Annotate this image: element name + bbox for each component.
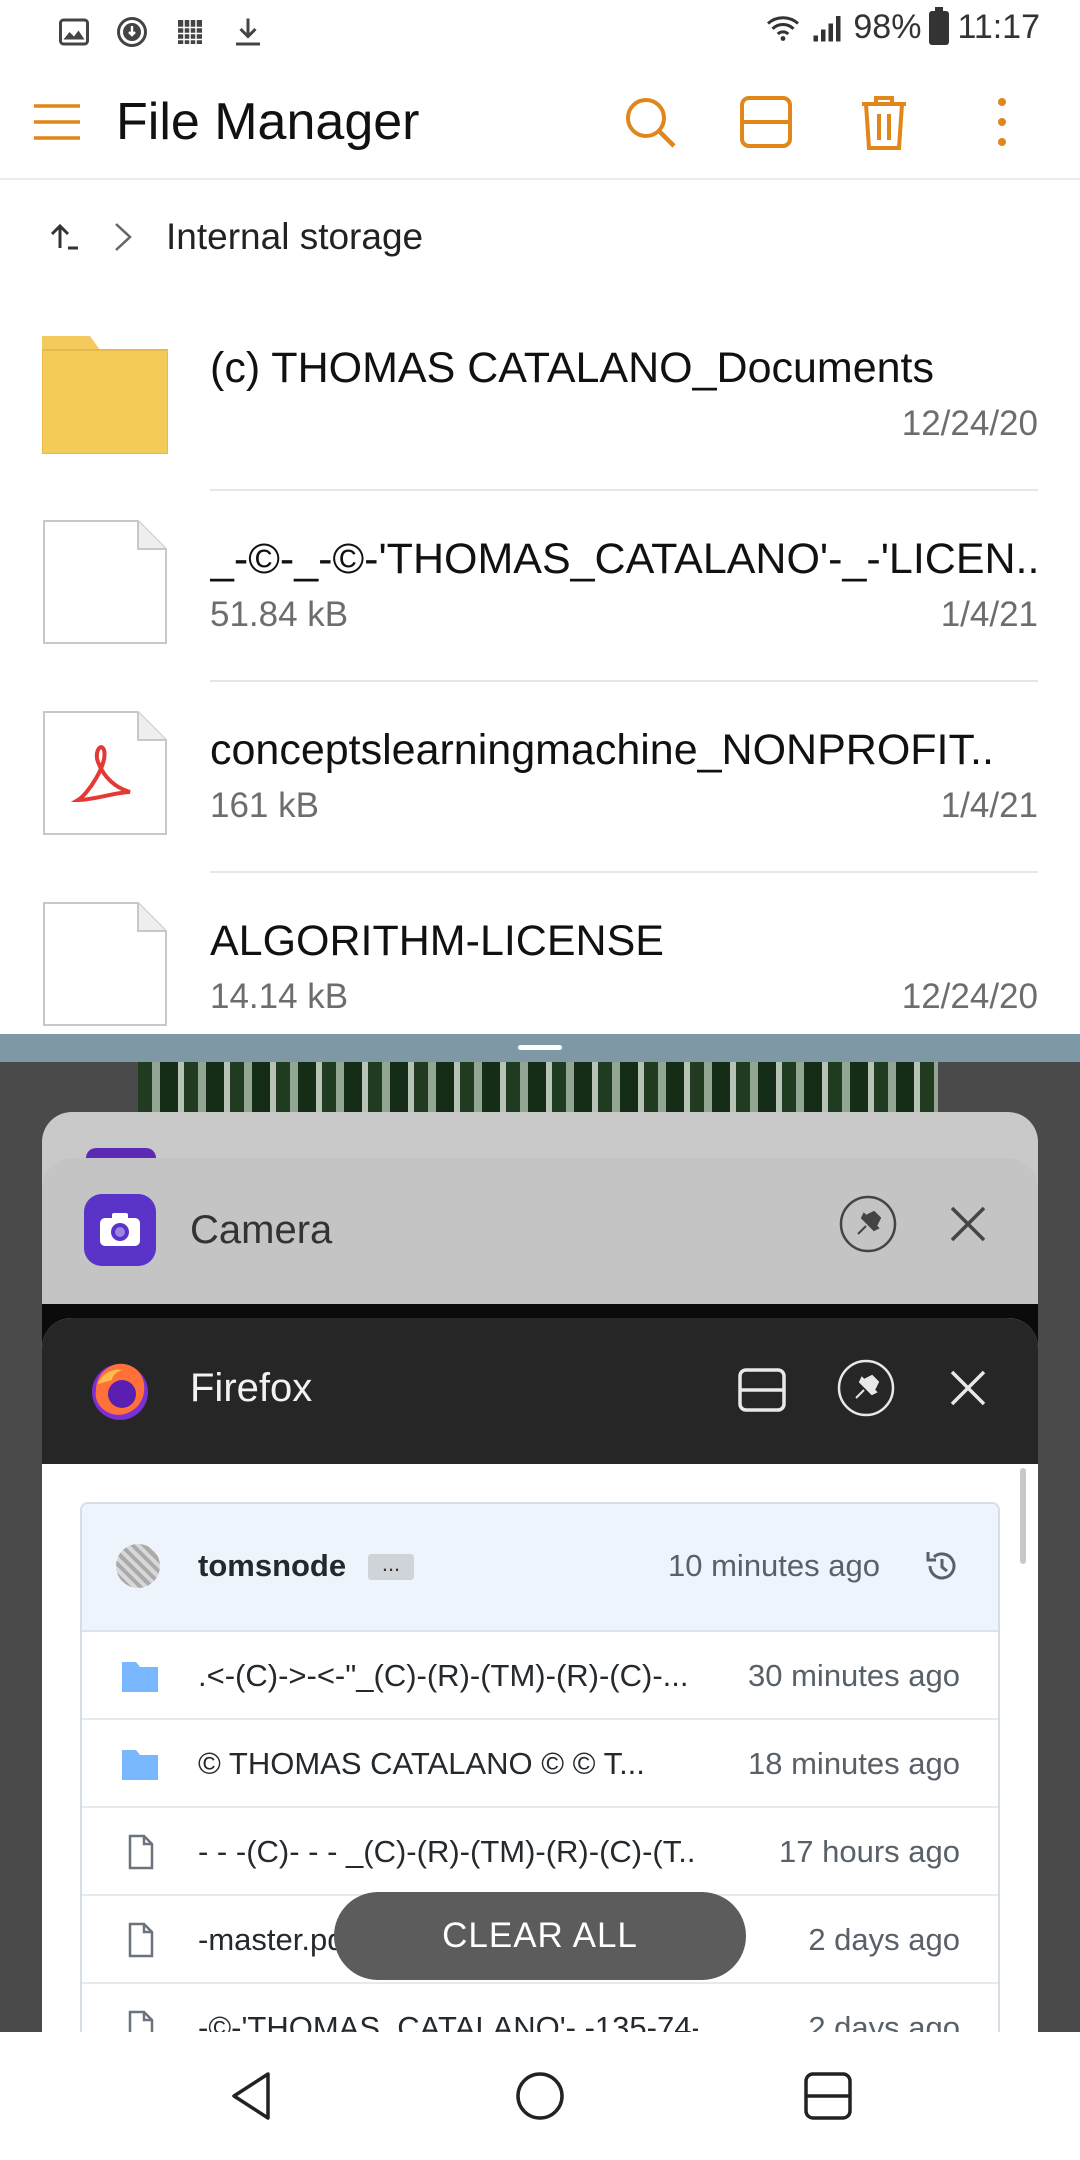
clear-all-button[interactable]: CLEAR ALL [334,1892,746,1980]
row-time: 2 days ago [808,2010,960,2032]
table-row: - - -(C)- - - _(C)-(R)-(TM)-(R)-(C)-(T..… [82,1808,998,1896]
list-item[interactable]: conceptslearningmachine_NONPROFIT.. 161 … [0,682,1080,873]
avatar [116,1544,160,1588]
background-app-preview [138,1062,938,1114]
file-date: 12/24/20 [901,977,1038,1016]
split-screen-divider[interactable] [0,1034,1080,1062]
row-name: .<-(C)->-<-"_(C)-(R)-(TM)-(R)-(C)-... [198,1658,689,1693]
app-bar: File Manager [0,66,1080,180]
signal-icon [813,15,841,41]
split-view-icon[interactable] [734,1362,790,1418]
file-date: 1/4/21 [940,786,1038,825]
split-view-icon[interactable] [734,90,798,154]
scrollbar [1020,1468,1026,1564]
row-time: 2 days ago [808,1922,960,1957]
card-title: Camera [190,1208,333,1252]
file-name: conceptslearningmachine_NONPROFIT.. [210,726,994,774]
row-name: -©-'THOMAS_CATALANO'- -135-74- [198,2010,698,2032]
file-icon [43,902,167,1026]
row-name: - - -(C)- - - _(C)-(R)-(TM)-(R)-(C)-(T..… [198,1834,698,1869]
list-item[interactable]: _-©-_-©-'THOMAS_CATALANO'-_-'LICEN.. 51.… [0,491,1080,682]
list-item[interactable]: (c) THOMAS CATALANO_Documents 12/24/20 [0,300,1080,491]
gallery-icon [59,18,89,46]
status-right: 98% 11:17 [765,6,1040,47]
file-name: _-©-_-©-'THOMAS_CATALANO'-_-'LICEN.. [210,535,1040,583]
file-size: 14.14 kB [210,977,349,1016]
wifi-icon [767,15,800,41]
file-size: 161 kB [210,786,319,825]
camera-app-icon [84,1194,156,1266]
table-row: © THOMAS CATALANO © © T... 18 minutes ag… [82,1720,998,1808]
pin-icon[interactable] [838,1194,898,1254]
download-progress-icon [117,17,147,47]
repo-commit-header: tomsnode ... 10 minutes ago [82,1504,998,1632]
breadcrumb: Internal storage [0,200,1080,272]
pin-icon[interactable] [836,1358,896,1418]
download-icon [236,18,260,46]
breadcrumb-current[interactable]: Internal storage [166,216,423,258]
close-icon[interactable] [944,1200,992,1248]
file-list: (c) THOMAS CATALANO_Documents 12/24/20 _… [0,300,1080,1064]
file-icon [128,1834,154,1870]
row-name: © THOMAS CATALANO © © T... [198,1746,645,1781]
calendar-icon [178,20,202,44]
close-icon[interactable] [944,1364,992,1412]
navigation-bar [0,2032,1080,2160]
folder-icon [42,336,168,454]
battery-percent: 98% [853,8,922,46]
recents-icon[interactable] [798,2066,858,2126]
history-icon [926,1552,956,1580]
card-header: Firefox [42,1318,1038,1464]
folder-icon [122,1750,158,1780]
recent-apps: Camera Firefox tomsnode ... 10 minutes a… [0,1062,1080,2032]
back-icon[interactable] [222,2066,282,2126]
file-name: ALGORITHM-LICENSE [210,917,664,965]
up-arrow-icon[interactable] [46,218,82,254]
file-date: 1/4/21 [940,595,1038,634]
home-icon[interactable] [510,2066,570,2126]
app-title: File Manager [116,93,420,151]
ellipsis-button: ... [368,1553,414,1580]
battery-icon [929,6,950,45]
delete-icon[interactable] [852,90,916,154]
menu-icon[interactable] [32,100,82,144]
firefox-app-icon [92,1363,148,1420]
card-title: Firefox [190,1366,313,1410]
more-vert-icon[interactable] [970,90,1034,154]
file-icon [43,520,167,644]
table-row: -©-'THOMAS_CATALANO'- -135-74- 2 days ag… [82,1984,998,2032]
chevron-right-icon [115,223,132,251]
file-icon [128,2010,154,2032]
divider-handle[interactable] [518,1045,562,1050]
commit-time: 10 minutes ago [668,1548,880,1583]
table-row: .<-(C)->-<-"_(C)-(R)-(TM)-(R)-(C)-... 30… [82,1632,998,1720]
row-time: 30 minutes ago [748,1658,960,1693]
file-size: 51.84 kB [210,595,349,634]
row-time: 18 minutes ago [748,1746,960,1781]
pdf-file-icon [43,711,167,835]
row-time: 17 hours ago [779,1834,960,1869]
file-name: (c) THOMAS CATALANO_Documents [210,344,934,392]
folder-icon [122,1662,158,1692]
status-time: 11:17 [957,8,1040,46]
file-date: 12/24/20 [901,404,1038,443]
search-icon[interactable] [618,90,682,154]
file-icon [128,1922,154,1958]
status-left-icons [56,14,266,50]
status-bar: 98% 11:17 [0,0,1080,66]
commit-user: tomsnode [198,1548,347,1583]
